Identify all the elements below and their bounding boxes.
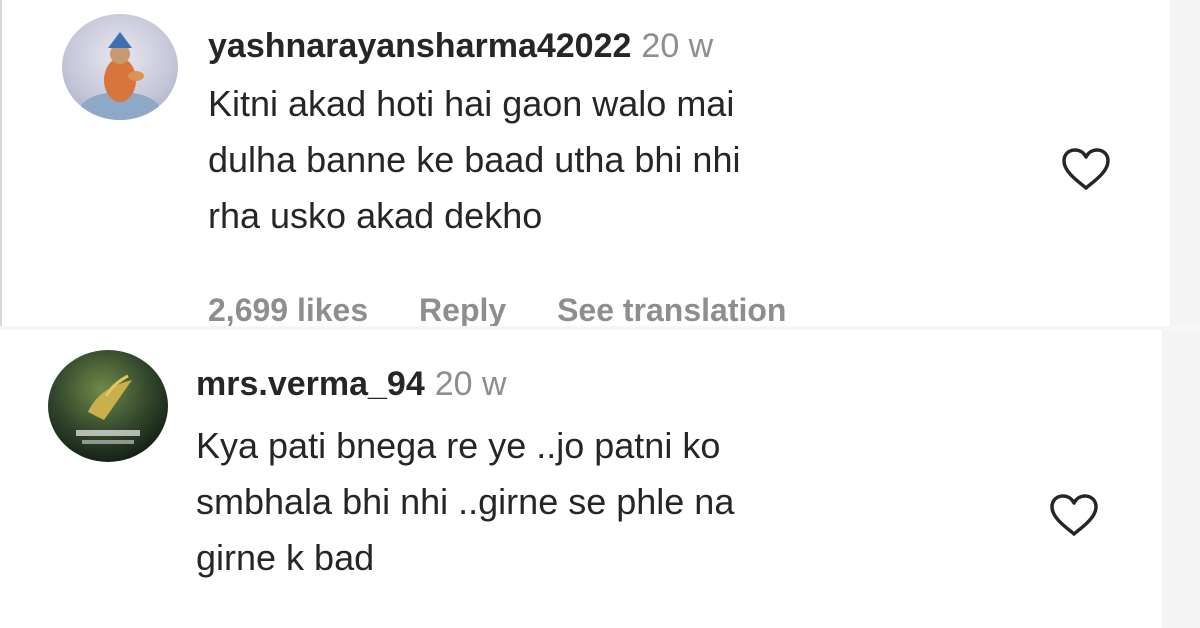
timestamp[interactable]: 20 w (435, 365, 507, 403)
user-avatar[interactable] (48, 350, 168, 462)
comment-text: Kitni akad hoti hai gaon walo mai dulha … (208, 76, 740, 244)
comment-line: girne k bad (196, 537, 375, 578)
comment-header: mrs.verma_94 20 w (196, 364, 507, 404)
see-translation-button[interactable]: See translation (557, 292, 786, 326)
username[interactable]: yashnarayansharma42022 (208, 27, 631, 65)
comment-line: dulha banne ke baad utha bhi nhi (208, 139, 741, 180)
likes-count[interactable]: 2,699 likes (208, 292, 368, 326)
comment-text: Kya pati bnega re ye ..jo patni ko smbha… (196, 418, 734, 586)
user-avatar[interactable] (62, 14, 178, 120)
comment-line: rha usko akad dekho (208, 195, 543, 236)
comment-card: mrs.verma_94 20 w Kya pati bnega re ye ..… (0, 330, 1162, 628)
comment-line: smbhala bhi nhi ..girne se phle na (196, 481, 735, 522)
reply-button[interactable]: Reply (419, 292, 506, 326)
heart-outline-icon[interactable] (1060, 146, 1112, 197)
comment-actions: 2,699 likes Reply See translation (208, 290, 828, 326)
comment-card: yashnarayansharma42022 20 w Kitni akad ho… (0, 0, 1170, 326)
comment-header: yashnarayansharma42022 20 w (208, 26, 713, 66)
heart-outline-icon[interactable] (1048, 492, 1100, 543)
username[interactable]: mrs.verma_94 (196, 365, 425, 403)
timestamp[interactable]: 20 w (641, 27, 713, 65)
avatar-image (48, 350, 168, 462)
avatar-image (62, 14, 178, 120)
comment-line: Kitni akad hoti hai gaon walo mai (208, 83, 735, 124)
comment-line: Kya pati bnega re ye ..jo patni ko (196, 425, 721, 466)
